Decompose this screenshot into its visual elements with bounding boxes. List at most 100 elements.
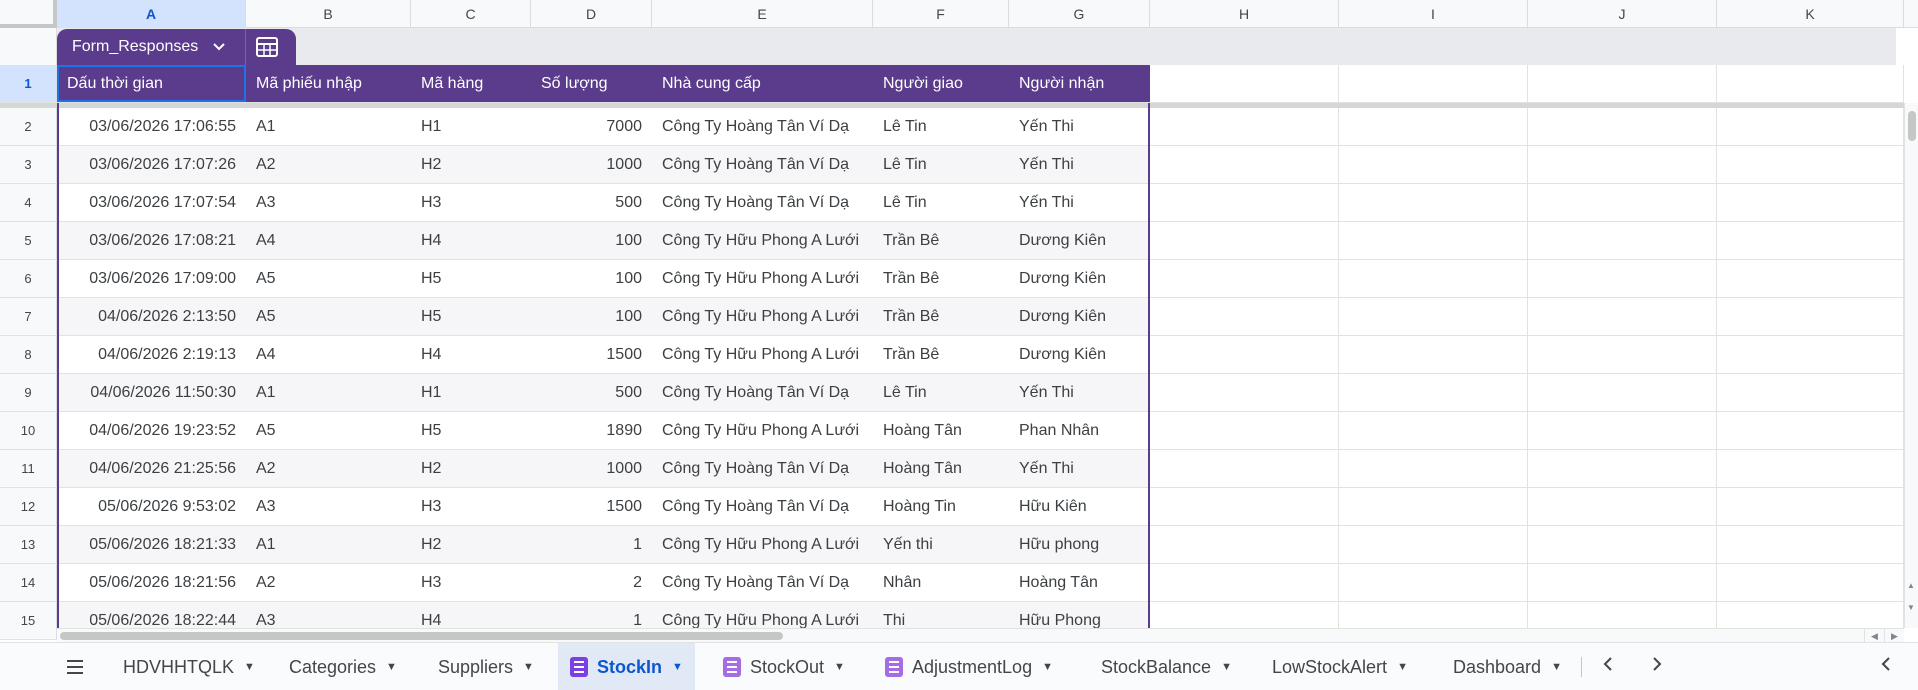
cell[interactable]: A4 bbox=[246, 222, 411, 259]
collapse-panel-icon[interactable] bbox=[1874, 655, 1898, 678]
column-header-i[interactable]: I bbox=[1339, 0, 1528, 28]
cell[interactable]: Lê Tin bbox=[873, 374, 1009, 411]
sheet-tab-dashboard[interactable]: Dashboard ▼ bbox=[1441, 643, 1574, 690]
cell[interactable]: Công Ty Hữu Phong A Lưới bbox=[652, 336, 873, 373]
empty-cell[interactable] bbox=[1717, 336, 1904, 373]
table-name-chip[interactable]: Form_Responses bbox=[57, 29, 296, 65]
sheet-tab-stockout[interactable]: StockOut ▼ bbox=[711, 643, 857, 690]
empty-cell[interactable] bbox=[1528, 526, 1717, 563]
scroll-down-icon[interactable]: ▼ bbox=[1907, 603, 1915, 612]
cell[interactable]: Yến Thi bbox=[1009, 450, 1150, 487]
empty-cell[interactable] bbox=[1339, 260, 1528, 297]
cell[interactable]: Công Ty Hoàng Tân Ví Dạ bbox=[652, 564, 873, 601]
empty-cell[interactable] bbox=[1150, 222, 1339, 259]
empty-cell[interactable] bbox=[1528, 260, 1717, 297]
vertical-scroll-thumb[interactable] bbox=[1908, 111, 1916, 141]
empty-cell[interactable] bbox=[1150, 526, 1339, 563]
cell[interactable]: 100 bbox=[531, 222, 652, 259]
cell[interactable]: H2 bbox=[411, 146, 531, 183]
cell[interactable]: Dương Kiên bbox=[1009, 336, 1150, 373]
cell[interactable]: 03/06/2026 17:08:21 bbox=[57, 222, 246, 259]
empty-cell[interactable] bbox=[1717, 146, 1904, 183]
cell[interactable]: Lê Tin bbox=[873, 146, 1009, 183]
empty-cell[interactable] bbox=[1717, 488, 1904, 525]
cell[interactable]: H2 bbox=[411, 526, 531, 563]
row-number[interactable]: 14 bbox=[0, 564, 57, 601]
cell[interactable]: H2 bbox=[411, 450, 531, 487]
empty-cell[interactable] bbox=[1717, 450, 1904, 487]
cell[interactable]: 1000 bbox=[531, 146, 652, 183]
cell[interactable]: 500 bbox=[531, 374, 652, 411]
cell[interactable]: 05/06/2026 18:21:56 bbox=[57, 564, 246, 601]
cell[interactable]: A1 bbox=[246, 526, 411, 563]
empty-cell[interactable] bbox=[1528, 450, 1717, 487]
empty-cell[interactable] bbox=[1339, 336, 1528, 373]
empty-cell[interactable] bbox=[1150, 564, 1339, 601]
cell[interactable]: Yến Thi bbox=[1009, 108, 1150, 145]
cell[interactable]: H3 bbox=[411, 488, 531, 525]
cell[interactable]: H5 bbox=[411, 260, 531, 297]
empty-cell[interactable] bbox=[1150, 184, 1339, 221]
row-number[interactable]: 8 bbox=[0, 336, 57, 373]
sheet-tab-adjustmentlog[interactable]: AdjustmentLog ▼ bbox=[873, 643, 1065, 690]
empty-cell[interactable] bbox=[1150, 374, 1339, 411]
cell[interactable]: Trần Bê bbox=[873, 298, 1009, 335]
scroll-left-icon[interactable]: ◀ bbox=[1864, 629, 1884, 643]
cell[interactable]: Lê Tin bbox=[873, 108, 1009, 145]
empty-cell[interactable] bbox=[1150, 298, 1339, 335]
empty-cell[interactable] bbox=[1717, 298, 1904, 335]
empty-cell[interactable] bbox=[1339, 412, 1528, 449]
empty-cell[interactable] bbox=[1717, 184, 1904, 221]
caret-down-icon[interactable]: ▼ bbox=[834, 661, 845, 673]
sheet-tab-categories[interactable]: Categories ▼ bbox=[277, 643, 409, 690]
empty-cell[interactable] bbox=[1150, 412, 1339, 449]
chevron-left-icon[interactable] bbox=[1596, 655, 1620, 678]
cell[interactable]: A3 bbox=[246, 184, 411, 221]
cell[interactable]: 04/06/2026 2:13:50 bbox=[57, 298, 246, 335]
table-header-cell[interactable]: Người giao bbox=[873, 65, 1009, 102]
cell[interactable]: 03/06/2026 17:07:26 bbox=[57, 146, 246, 183]
cell[interactable]: Công Ty Hoàng Tân Ví Dạ bbox=[652, 488, 873, 525]
cell[interactable]: Hoàng Tân bbox=[873, 450, 1009, 487]
cell[interactable]: 04/06/2026 21:25:56 bbox=[57, 450, 246, 487]
empty-cell[interactable] bbox=[1528, 108, 1717, 145]
empty-cell[interactable] bbox=[1717, 260, 1904, 297]
cell[interactable]: A5 bbox=[246, 260, 411, 297]
cell[interactable]: Công Ty Hữu Phong A Lưới bbox=[652, 412, 873, 449]
cell[interactable]: Hoàng Tân bbox=[1009, 564, 1150, 601]
frozen-row-divider[interactable] bbox=[0, 103, 1904, 108]
row-number[interactable]: 12 bbox=[0, 488, 57, 525]
caret-down-icon[interactable]: ▼ bbox=[244, 661, 255, 673]
cell[interactable]: 03/06/2026 17:09:00 bbox=[57, 260, 246, 297]
cell[interactable]: 05/06/2026 9:53:02 bbox=[57, 488, 246, 525]
empty-cell[interactable] bbox=[1528, 336, 1717, 373]
cell[interactable]: Hoàng Tân bbox=[873, 412, 1009, 449]
cell[interactable]: A2 bbox=[246, 146, 411, 183]
caret-down-icon[interactable]: ▼ bbox=[1397, 661, 1408, 673]
cell[interactable]: A1 bbox=[246, 108, 411, 145]
row-number[interactable]: 10 bbox=[0, 412, 57, 449]
empty-cell[interactable] bbox=[1528, 374, 1717, 411]
cell[interactable]: 100 bbox=[531, 260, 652, 297]
table-header-cell[interactable]: Nhà cung cấp bbox=[652, 65, 873, 102]
row-number[interactable]: 11 bbox=[0, 450, 57, 487]
empty-cell[interactable] bbox=[1528, 184, 1717, 221]
cell[interactable]: 7000 bbox=[531, 108, 652, 145]
cell[interactable]: 100 bbox=[531, 298, 652, 335]
empty-cell[interactable] bbox=[1339, 108, 1528, 145]
caret-down-icon[interactable]: ▼ bbox=[386, 661, 397, 673]
cell[interactable]: Dương Kiên bbox=[1009, 260, 1150, 297]
cell[interactable]: Yến Thi bbox=[1009, 146, 1150, 183]
cell[interactable]: A5 bbox=[246, 298, 411, 335]
empty-cell[interactable] bbox=[1339, 488, 1528, 525]
empty-cell[interactable] bbox=[1150, 488, 1339, 525]
empty-cell[interactable] bbox=[1339, 222, 1528, 259]
cell[interactable]: Hữu phong bbox=[1009, 526, 1150, 563]
empty-cell[interactable] bbox=[1717, 526, 1904, 563]
caret-down-icon[interactable]: ▼ bbox=[1221, 661, 1232, 673]
row-number[interactable]: 9 bbox=[0, 374, 57, 411]
cell[interactable]: Lê Tin bbox=[873, 184, 1009, 221]
empty-cell[interactable] bbox=[1528, 298, 1717, 335]
empty-cell[interactable] bbox=[1150, 450, 1339, 487]
empty-cell[interactable] bbox=[1717, 222, 1904, 259]
